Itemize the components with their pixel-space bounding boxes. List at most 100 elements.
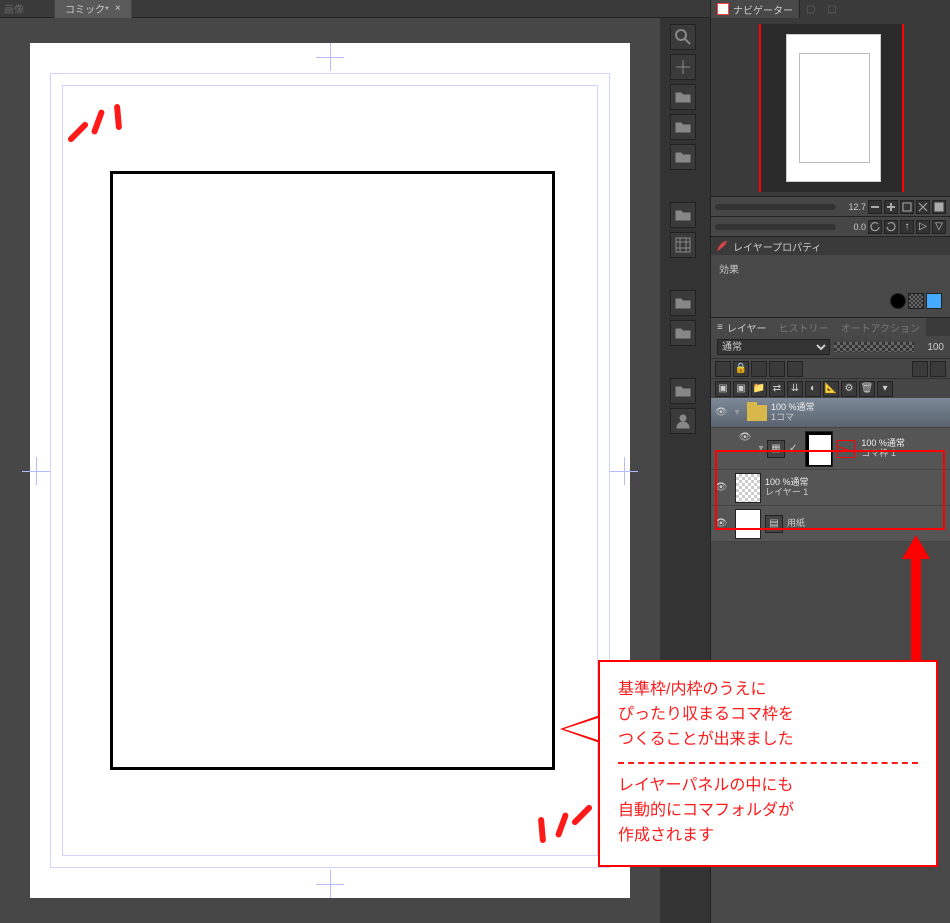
visibility-icon[interactable]: 👁 (711, 407, 731, 418)
mask-icon[interactable]: ◐ (805, 381, 821, 397)
expand-icon[interactable] (916, 200, 930, 214)
magnifier-icon[interactable] (670, 24, 696, 50)
rotate-ccw-icon[interactable] (868, 220, 882, 234)
crop-mark-icon (316, 870, 344, 898)
effect-label: 効果 (719, 265, 739, 276)
annotation-callout: 基準枠/内枠のうえに ぴったり収まるコマ枠を つくることが出来ました レイヤーパ… (598, 660, 938, 867)
crop-mark-icon (316, 43, 344, 71)
layer-frame-row[interactable]: 👁 ▾ ▦ ✓ 100 %通常 コマ枠 1 (711, 428, 950, 470)
visibility-icon[interactable]: 👁 (711, 482, 731, 493)
flip-h-icon[interactable]: ▷ (916, 220, 930, 234)
transfer-icon[interactable]: ⇄ (769, 381, 785, 397)
opacity-slider[interactable] (834, 342, 914, 352)
callout-line: つくることが出来ました (618, 728, 918, 753)
layer-thumbnail (735, 473, 761, 503)
annotation-sparkle-icon (65, 101, 145, 181)
reference-icon[interactable] (769, 361, 785, 377)
clip-mask-icon[interactable] (715, 361, 731, 377)
layer-folder-row[interactable]: 👁 ▾ 100 %通常 1コマ (711, 398, 950, 428)
layer-property-panel: レイヤープロパティ 効果 (711, 236, 950, 317)
zoom-slider[interactable] (715, 204, 836, 210)
gear-icon[interactable]: ⚙ (841, 381, 857, 397)
panel-tab-dim[interactable]: ▢ (800, 2, 821, 17)
layer-name-label: 1コマ (771, 413, 815, 423)
lock-pixel-icon[interactable] (751, 361, 767, 377)
blend-mode-select[interactable]: 通常 (717, 339, 830, 355)
navigator-icon (717, 3, 729, 15)
effect-layercolor-icon[interactable] (926, 293, 942, 309)
layer-toolbar: 🔒 (711, 358, 950, 378)
brush-icon (715, 239, 729, 253)
crop-mark-icon (610, 457, 638, 485)
canvas-area[interactable] (0, 18, 660, 923)
folder-icon[interactable] (670, 202, 696, 228)
visibility-icon[interactable]: 👁 (711, 518, 731, 529)
panel-tab-dim[interactable]: ▢ (821, 2, 842, 17)
panel-menu-icon[interactable]: ▾ (877, 381, 893, 397)
effect-border-icon[interactable] (890, 293, 906, 309)
annotation-arrow-icon (902, 535, 930, 665)
layer-tree: 👁 ▾ 100 %通常 1コマ 👁 ▾ ▦ ✓ 100 %通常 コマ枠 1 (711, 398, 950, 542)
rotate-bar: 0.0 ↑ ▷ ▽ (711, 216, 950, 236)
tab-autoaction[interactable]: オートアクション (835, 318, 927, 337)
folder-icon (747, 405, 767, 421)
zoom-bar: 12.7 (711, 196, 950, 216)
folder-icon[interactable] (670, 114, 696, 140)
tab-layer[interactable]: ≡ レイヤー (711, 318, 773, 337)
layer-name-label: レイヤー 1 (765, 488, 809, 498)
fit-icon[interactable] (900, 200, 914, 214)
navigator-tabs: ナビゲーター ▢ ▢ (711, 0, 950, 18)
draft-icon[interactable] (787, 361, 803, 377)
new-layer-icon[interactable]: ▣ (733, 381, 749, 397)
layers-icon: ≡ (717, 322, 723, 333)
trash-icon[interactable]: 🗑 (859, 381, 875, 397)
new-layer-icon[interactable]: ▣ (715, 381, 731, 397)
navigator-tab[interactable]: ナビゲーター (711, 0, 800, 19)
navigator-panel[interactable] (711, 18, 950, 196)
menu-label[interactable]: 画像 (4, 1, 24, 16)
fullscreen-icon[interactable] (932, 200, 946, 214)
folder-icon[interactable] (670, 144, 696, 170)
palette-icon[interactable] (912, 361, 928, 377)
merge-icon[interactable]: ⇊ (787, 381, 803, 397)
tab-history[interactable]: ヒストリー (773, 318, 835, 337)
person-icon[interactable] (670, 408, 696, 434)
close-icon[interactable]: × (115, 3, 121, 14)
crosshair-icon[interactable] (670, 54, 696, 80)
crop-mark-icon (22, 457, 50, 485)
flip-v-icon[interactable]: ▽ (932, 220, 946, 234)
layer-name-label: 用紙 (787, 519, 805, 529)
callout-divider (618, 762, 918, 764)
paper-icon: ▤ (765, 515, 783, 533)
layer-property-tab[interactable]: レイヤープロパティ (733, 239, 822, 254)
document-tab[interactable]: コミック* × (54, 0, 132, 19)
zoom-in-icon[interactable] (884, 200, 898, 214)
layer-panel: ≡ レイヤー ヒストリー オートアクション 通常 100 🔒 (711, 317, 950, 542)
effect-tone-icon[interactable] (908, 293, 924, 309)
rotate-cw-icon[interactable] (884, 220, 898, 234)
layer-row[interactable]: 👁 100 %通常 レイヤー 1 (711, 470, 950, 506)
check-icon: ✓ (785, 443, 801, 454)
navigator-page (786, 34, 881, 182)
zoom-out-icon[interactable] (868, 200, 882, 214)
lock-icon[interactable]: 🔒 (733, 361, 749, 377)
ruler-icon[interactable]: 📐 (823, 381, 839, 397)
chevron-down-icon[interactable]: ▾ (755, 443, 767, 454)
folder-icon[interactable] (670, 84, 696, 110)
document-tab-title: コミック* (65, 1, 109, 16)
chevron-down-icon[interactable]: ▾ (731, 407, 743, 418)
folder-icon[interactable] (670, 290, 696, 316)
callout-line: ぴったり収まるコマ枠を (618, 703, 918, 728)
palette-icon[interactable] (930, 361, 946, 377)
reset-rotate-icon[interactable]: ↑ (900, 220, 914, 234)
callout-line: レイヤーパネルの中にも (618, 774, 918, 799)
vertical-toolbar (666, 18, 700, 434)
visibility-icon[interactable]: 👁 (735, 432, 755, 443)
callout-tail-icon (560, 715, 600, 743)
folder-icon[interactable] (670, 378, 696, 404)
rotate-slider[interactable] (715, 224, 836, 230)
folder-icon[interactable] (670, 320, 696, 346)
navigator-thumbnail[interactable] (759, 24, 904, 192)
new-folder-icon[interactable]: 📁 (751, 381, 767, 397)
grid-icon[interactable] (670, 232, 696, 258)
